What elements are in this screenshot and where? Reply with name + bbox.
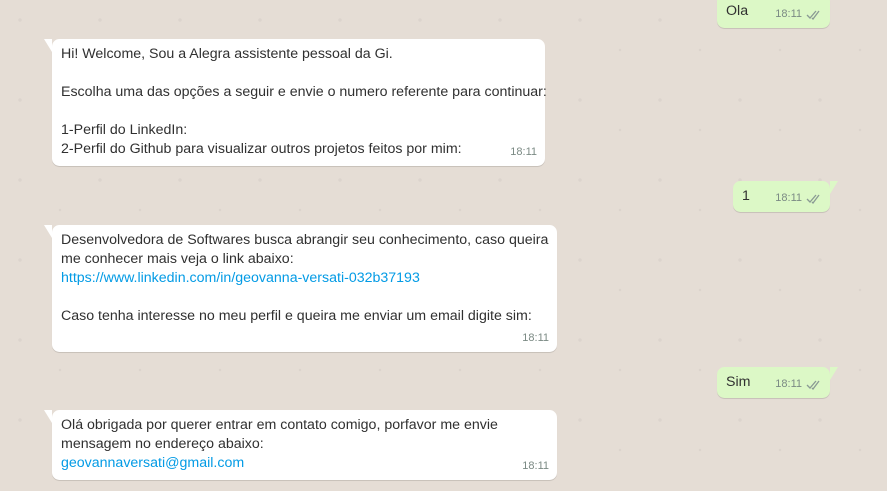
message-meta: 18:11 xyxy=(522,329,549,348)
message-time: 18:11 xyxy=(522,460,549,472)
message-line: Hi! Welcome, Sou a Alegra assistente pes… xyxy=(61,46,393,62)
linkedin-link[interactable]: https://www.linkedin.com/in/geovanna-ver… xyxy=(61,269,548,288)
message-meta: 18:11 xyxy=(775,189,822,208)
message-meta: 18:11 xyxy=(775,5,822,24)
email-link[interactable]: geovannaversati@gmail.com xyxy=(61,454,548,473)
message-line: Olá obrigada por querer entrar em contat… xyxy=(61,417,498,433)
double-check-icon xyxy=(806,10,820,20)
outgoing-message: 1 18:11 xyxy=(733,181,838,212)
message-line xyxy=(61,102,536,121)
incoming-message: Olá obrigada por querer entrar em contat… xyxy=(44,410,557,480)
message-line xyxy=(61,64,536,83)
message-line: Caso tenha interesse no meu perfil e que… xyxy=(61,308,532,324)
incoming-message: Desenvolvedora de Softwares busca abrang… xyxy=(44,225,557,352)
outgoing-message: Sim 18:11 xyxy=(717,367,838,398)
double-check-icon xyxy=(806,194,820,204)
message-time: 18:11 xyxy=(522,332,549,344)
message-meta: 18:11 xyxy=(522,457,549,476)
message-line: me conhecer mais veja o link abaixo: xyxy=(61,251,294,267)
message-line: Escolha uma das opções a seguir e envie … xyxy=(61,84,547,100)
message-time: 18:11 xyxy=(775,378,802,390)
message-meta: 18:11 xyxy=(775,375,822,394)
message-time: 18:11 xyxy=(510,146,537,158)
message-meta: 18:11 xyxy=(510,143,537,162)
double-check-icon xyxy=(806,380,820,390)
message-line: mensagem no endereço abaixo: xyxy=(61,436,264,452)
message-line: 2-Perfil do Github para visualizar outro… xyxy=(61,141,462,157)
message-time: 18:11 xyxy=(775,192,802,204)
message-line: 1-Perfil do LinkedIn: xyxy=(61,122,188,138)
message-line xyxy=(61,288,548,307)
message-line: Desenvolvedora de Softwares busca abrang… xyxy=(61,232,549,248)
outgoing-message: Ola 18:11 xyxy=(717,0,830,28)
message-time: 18:11 xyxy=(775,8,802,20)
incoming-message: Hi! Welcome, Sou a Alegra assistente pes… xyxy=(44,39,547,166)
